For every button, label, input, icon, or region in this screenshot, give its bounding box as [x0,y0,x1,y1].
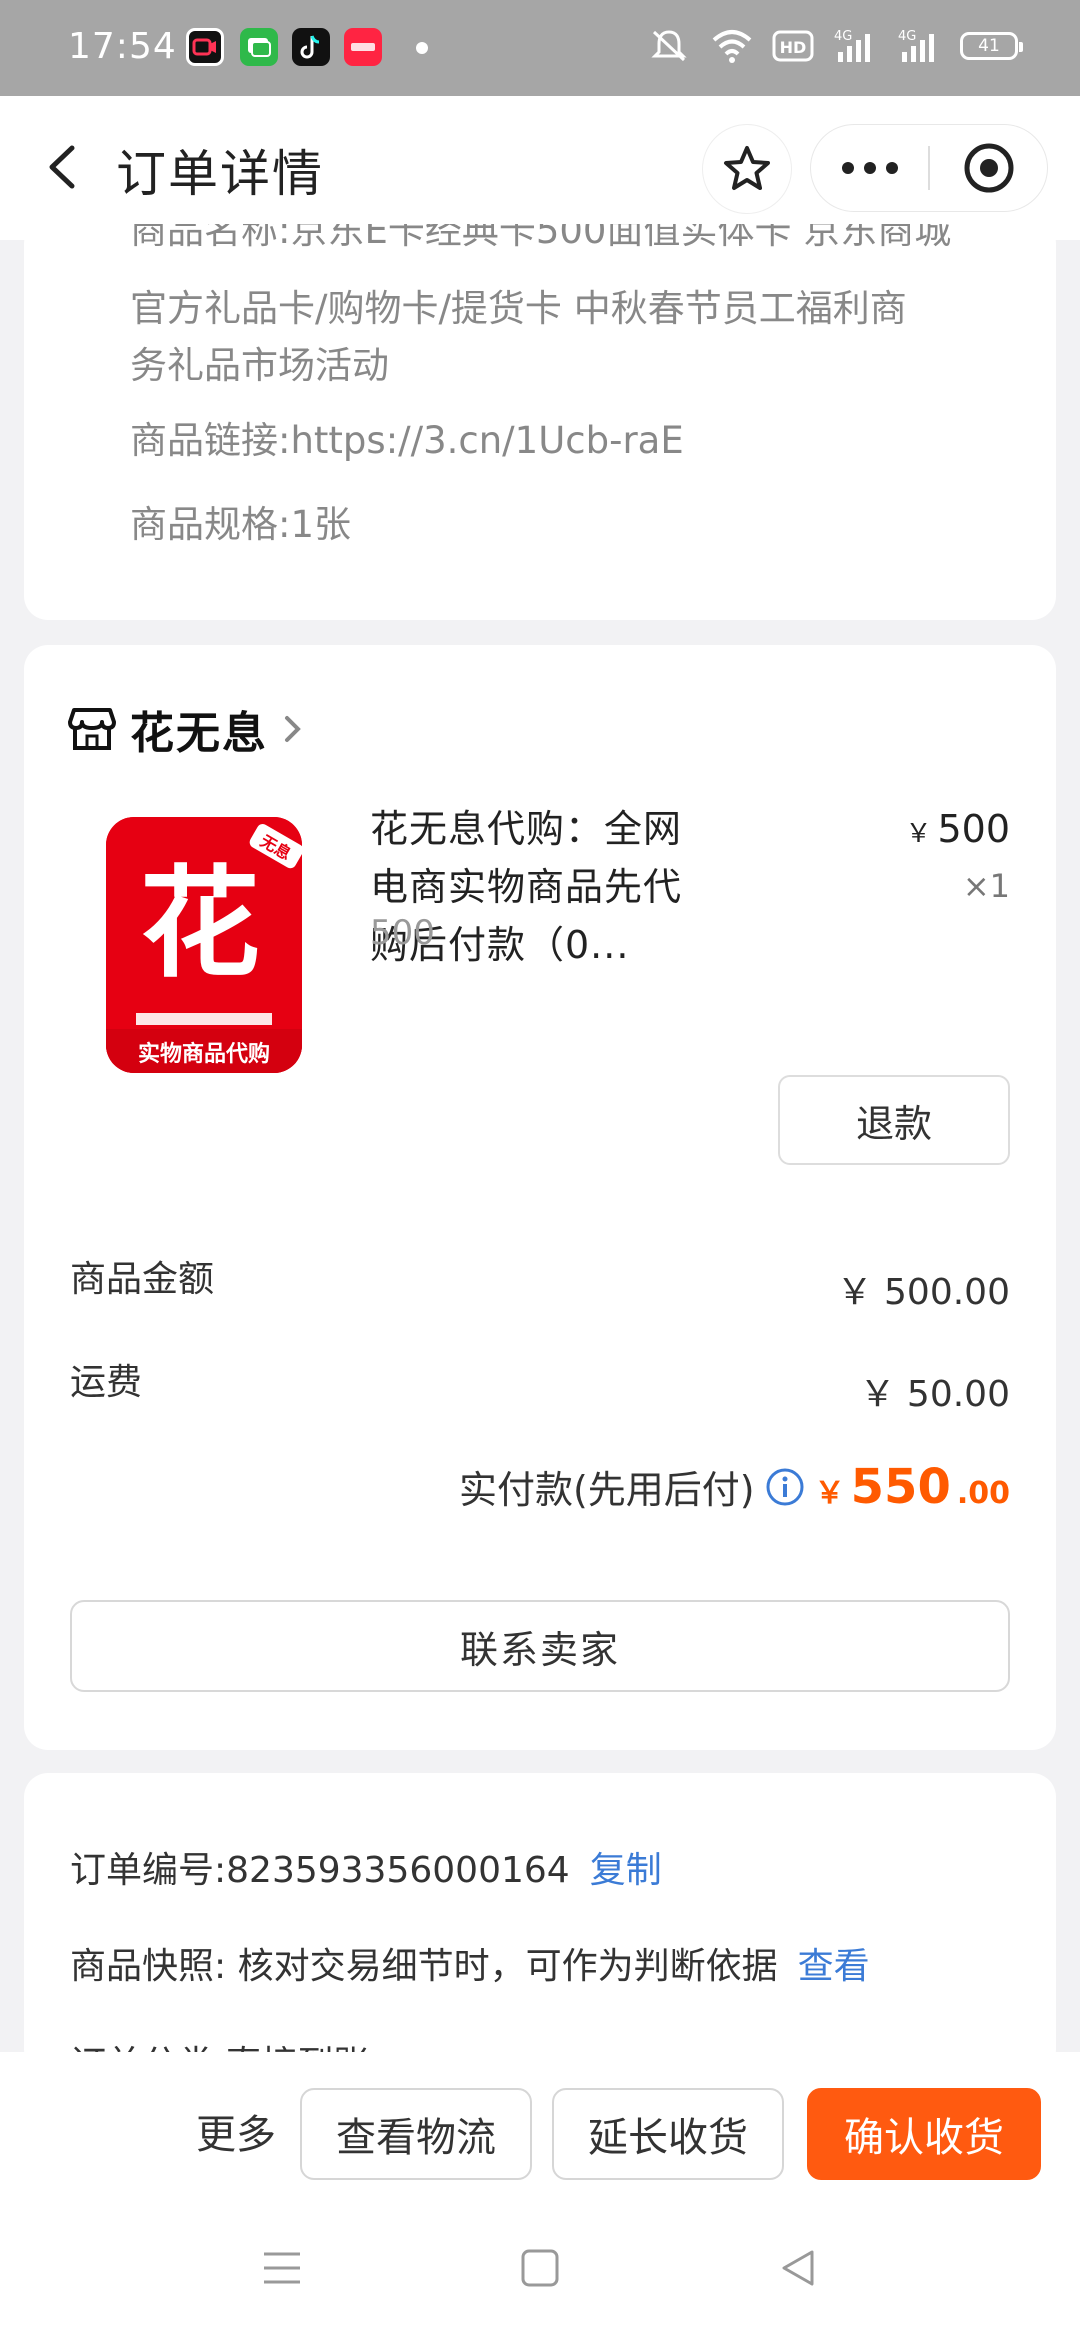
status-icons: HD 4G 4G 41 [646,26,1023,66]
order-detail-card: 订单编号:823593356000164 复制 商品快照: 核对交易细节时，可作为… [24,1773,1056,2073]
extend-receipt-button[interactable]: 延长收货 [552,2088,784,2180]
snapshot-text: 商品快照: 核对交易细节时，可作为判断依据 [70,1946,778,1987]
more-menu-button[interactable] [811,125,928,211]
order-number: 订单编号:823593356000164 [70,1850,570,1891]
paid-currency: ￥ [814,1476,845,1511]
shipping-label: 运费 [70,1362,143,1403]
product-name-line2: 官方礼品卡/购物卡/提货卡 中秋春节员工福利商 [130,287,907,330]
goods-amount-value: ￥ 500.00 [836,1272,1010,1313]
product-spec: 商品规格:1张 [130,503,352,546]
shop-header[interactable]: 花无息 [68,697,304,761]
view-logistics-button[interactable]: 查看物流 [300,2088,532,2180]
price-value: 500 [937,807,1010,851]
hd-icon: HD [772,26,814,66]
store-icon [68,708,116,750]
contact-seller-button[interactable]: 联系卖家 [70,1600,1010,1692]
price-currency: ￥ [905,819,932,849]
more-dots-icon [841,162,898,174]
view-snapshot-link[interactable]: 查看 [798,1946,870,1987]
svg-text:HD: HD [780,38,807,57]
product-variant: 500 [370,913,435,953]
paid-total-row: 实付款(先用后付) ￥ 550.00 [459,1459,1010,1515]
tiktok-app-icon [292,28,330,66]
screen-record-app-icon [186,28,224,66]
snapshot-row: 商品快照: 核对交易细节时，可作为判断依据 查看 [70,1937,870,1989]
signal-4g-icon-2: 4G [896,26,942,66]
mute-vibrate-icon [646,26,692,66]
target-icon [964,143,1013,193]
back-button[interactable] [30,132,100,202]
star-icon [724,146,770,190]
favorite-button[interactable] [702,124,792,214]
chevron-left-icon [49,145,75,189]
paid-label: 实付款(先用后付) [458,1468,755,1512]
refund-button[interactable]: 退款 [778,1075,1010,1165]
product-price: ￥ 500 [905,807,1010,851]
info-icon[interactable] [765,1467,805,1507]
copy-order-button[interactable]: 复制 [590,1850,662,1891]
shipping-value: ￥ 50.00 [859,1374,1010,1415]
page-title: 订单详情 [116,145,324,203]
xiaohongshu-app-icon [344,28,382,66]
home-icon[interactable] [520,2248,560,2292]
logo-char: 花 [140,855,260,994]
status-bar: 17:54 HD 4G 4G 41 [0,0,1080,96]
paid-amount-dec: .00 [956,1476,1010,1511]
title-bar: 订单详情 [0,96,1080,240]
more-actions-button[interactable]: 更多 [196,2102,276,2160]
product-quantity: ×1 [962,867,1010,905]
wifi-icon [710,26,754,66]
product-name-partial: 商品名称:京东E卡经典卡500面值实体卡 京东商城 [130,224,952,252]
svg-text:4G: 4G [898,29,916,44]
logo-caption: 实物商品代购 [138,1041,270,1067]
battery-indicator: 41 [960,32,1023,60]
signal-4g-icon-1: 4G [832,26,878,66]
menu-icon[interactable] [262,2248,302,2292]
shop-order-card: 花无息 花 无息 实物商品代购 花无息代购：全网电商实物商品先代购后付款（0..… [24,645,1056,1750]
svg-text:4G: 4G [834,29,852,44]
product-name-line3: 务礼品市场活动 [130,344,389,387]
paid-amount-int: 550 [850,1459,951,1515]
product-link[interactable]: 商品链接:https://3.cn/1Ucb-raE [130,413,684,469]
shop-name: 花无息 [130,708,268,759]
close-miniapp-button[interactable] [930,125,1047,211]
status-time: 17:54 [68,26,177,67]
miniapp-capsule [810,124,1048,212]
notification-dot [416,42,428,54]
chevron-right-icon [285,716,301,742]
system-nav-bar [0,2200,1080,2340]
back-triangle-icon[interactable] [778,2248,818,2292]
product-image[interactable]: 花 无息 实物商品代购 [106,817,302,1073]
confirm-receipt-button[interactable]: 确认收货 [807,2088,1041,2180]
goods-amount-label: 商品金额 [70,1259,215,1300]
order-number-row: 订单编号:823593356000164 复制 [70,1841,662,1893]
message-app-icon [240,28,278,66]
